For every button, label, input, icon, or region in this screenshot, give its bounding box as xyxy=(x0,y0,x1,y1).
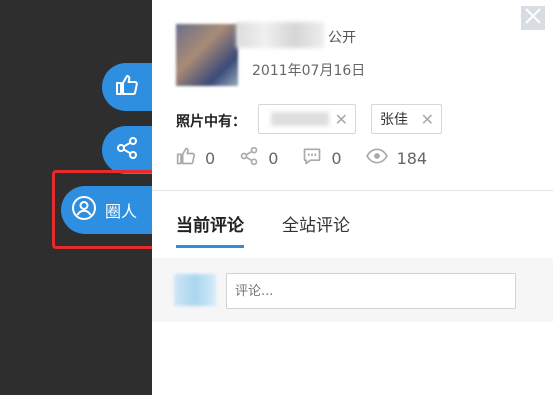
share-icon xyxy=(239,146,268,170)
views-count: 184 xyxy=(396,148,428,168)
thumbs-up-icon xyxy=(176,146,205,170)
remove-tag-icon[interactable]: ✕ xyxy=(421,110,434,129)
current-user-avatar xyxy=(174,274,216,306)
user-name-blurred xyxy=(236,22,324,48)
likes-count: 0 xyxy=(205,148,216,168)
comment-tabs: 当前评论 全站评论 xyxy=(176,211,388,248)
tab-current-comments[interactable]: 当前评论 xyxy=(176,211,244,248)
comments-stat[interactable]: 0 xyxy=(302,146,342,170)
avatar[interactable] xyxy=(176,24,238,86)
highlight-box xyxy=(52,170,161,249)
tag-name: 张佳 xyxy=(380,112,408,128)
tab-site-comments[interactable]: 全站评论 xyxy=(282,211,350,248)
shares-count: 0 xyxy=(268,148,279,168)
thumbs-up-icon xyxy=(115,73,139,101)
likes-stat[interactable]: 0 xyxy=(176,146,215,170)
remove-tag-icon[interactable]: ✕ xyxy=(335,110,348,129)
like-button[interactable] xyxy=(102,63,152,111)
share-button[interactable] xyxy=(102,126,152,174)
comment-composer xyxy=(152,258,553,322)
comment-input[interactable] xyxy=(226,273,516,309)
photo-date: 2011年07月16日 xyxy=(252,63,366,79)
views-stat: 184 xyxy=(365,146,428,170)
privacy-label: 公开 xyxy=(328,30,356,46)
close-icon xyxy=(524,7,542,29)
comments-count: 0 xyxy=(331,148,342,168)
divider xyxy=(152,190,553,191)
tag-chip[interactable]: ✕ xyxy=(258,104,356,134)
tag-name-blurred xyxy=(271,112,329,126)
stats-bar: 0 0 0 184 xyxy=(176,146,451,170)
share-icon xyxy=(115,136,139,164)
tagged-label: 照片中有： xyxy=(176,114,246,130)
photo-detail-panel: 公开 2011年07月16日 照片中有： ✕ 张佳 ✕ 0 0 0 184 当前… xyxy=(152,0,553,395)
shares-stat[interactable]: 0 xyxy=(239,146,278,170)
eye-icon xyxy=(365,146,397,170)
comment-icon xyxy=(302,146,331,170)
close-button[interactable] xyxy=(521,6,545,30)
tag-chip[interactable]: 张佳 ✕ xyxy=(371,104,442,134)
